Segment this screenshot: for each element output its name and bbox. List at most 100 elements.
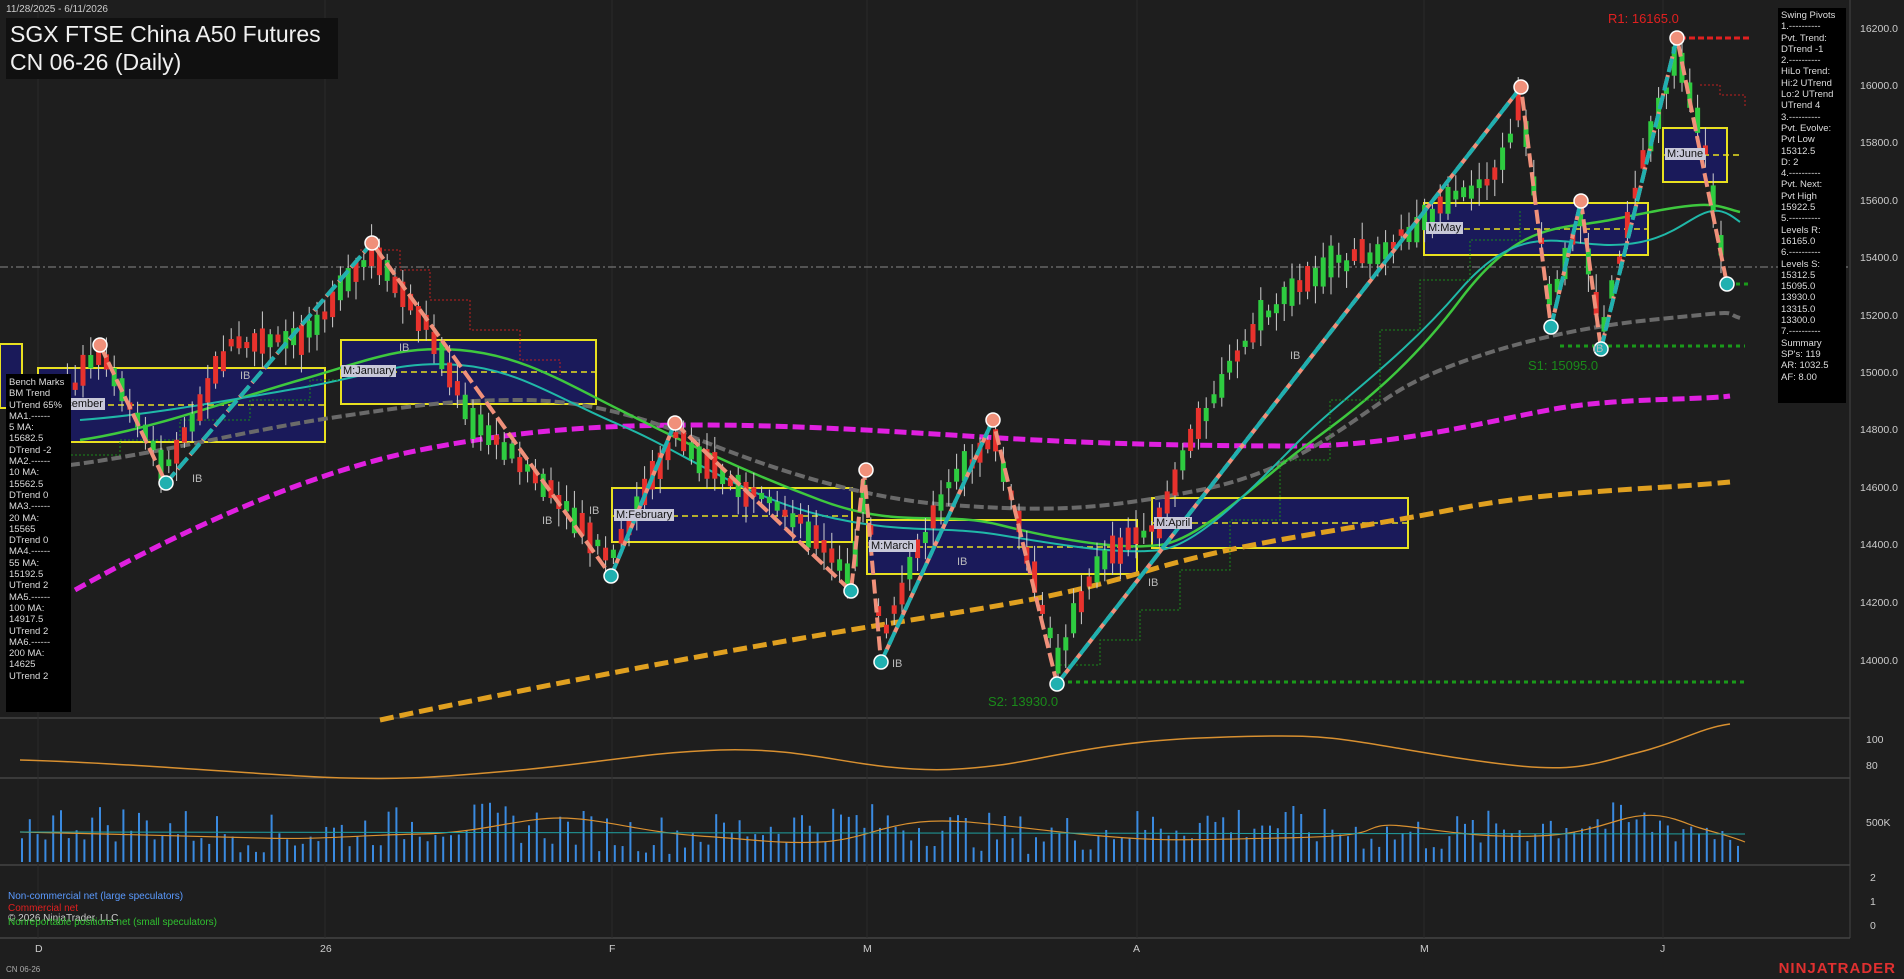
volume-bar	[972, 847, 975, 862]
candle-down	[891, 605, 897, 614]
candle-up	[1227, 360, 1233, 373]
swing-pivot-line: HiLo Trend:	[1781, 66, 1831, 78]
candle-up	[314, 314, 320, 335]
swing-pivot-line: Pvt High	[1781, 190, 1817, 202]
candle-down	[813, 525, 819, 549]
swing-pivot-line: Pvt. Evolve:	[1781, 122, 1832, 134]
candle-down	[829, 548, 835, 563]
candle-up	[306, 320, 312, 338]
volume-bar	[855, 815, 858, 862]
time-axis-label: J	[1660, 943, 1666, 955]
candle-up	[1203, 407, 1209, 422]
candle-up	[595, 539, 601, 547]
bench-mark-line: 55 MA:	[9, 557, 40, 569]
ib-marker: IB	[1593, 343, 1604, 355]
ib-marker: IB	[957, 556, 968, 568]
candle-down	[1515, 93, 1521, 121]
volume-bar	[1284, 812, 1287, 862]
volume-bar	[1378, 846, 1381, 862]
candle-up	[509, 443, 515, 459]
volume-bar	[216, 816, 218, 862]
candle-up	[1258, 300, 1264, 331]
volume-bar	[1144, 829, 1147, 862]
volume-bar	[122, 809, 125, 862]
candle-down	[673, 432, 679, 439]
volume-bar	[902, 830, 905, 862]
candle-up	[688, 442, 694, 460]
volume-bar	[652, 845, 655, 862]
volume-bar	[1292, 805, 1295, 862]
time-axis-label: D	[35, 943, 43, 955]
volume-bar	[231, 836, 234, 862]
candle-up	[946, 482, 952, 489]
bench-mark-line: MA5.------	[9, 591, 51, 603]
swing-pivot-line: Levels R:	[1781, 224, 1821, 236]
volume-bar	[707, 844, 710, 862]
volume-bar	[169, 823, 172, 862]
candle-up	[1476, 179, 1482, 189]
volume-bar	[1549, 820, 1552, 862]
volume-bar	[426, 841, 429, 862]
candle-down	[174, 439, 180, 464]
volume-bar	[793, 817, 796, 862]
candle-down	[883, 624, 889, 634]
candle-up	[1375, 244, 1381, 265]
volume-bar	[317, 841, 320, 862]
volume-bar	[1214, 821, 1217, 862]
candle-down	[275, 334, 281, 343]
volume-bar	[1503, 829, 1505, 862]
volume-bar	[28, 819, 31, 862]
bench-mark-line: 20 MA:	[9, 512, 40, 524]
volume-bar	[957, 815, 959, 862]
volume-bar	[769, 826, 772, 862]
volume-bar	[832, 808, 835, 862]
volume-bar	[1612, 802, 1615, 862]
volume-bar	[645, 852, 647, 862]
volume-bar	[520, 842, 523, 862]
volume-bar	[372, 845, 374, 862]
volume-bar	[1510, 833, 1513, 862]
volume-bar	[21, 838, 23, 862]
brand-logo: NINJATRADER	[1778, 960, 1896, 977]
candle-down	[1125, 527, 1131, 550]
volume-bar	[676, 830, 679, 862]
legend-nonreportable: Nonreportable positions net (small specu…	[8, 917, 217, 928]
swing-pivot-line: 4.----------	[1781, 168, 1821, 180]
ib-marker: IB	[399, 342, 410, 354]
swing-pivot-line: 5.----------	[1781, 213, 1821, 225]
candle-up	[1507, 133, 1513, 143]
candle-down	[1250, 324, 1256, 343]
volume-bar	[980, 850, 983, 862]
volume-bar	[1448, 836, 1451, 862]
candle-down	[798, 514, 804, 524]
volume-bar	[1659, 820, 1661, 862]
candle-up	[470, 407, 476, 439]
volume-bar	[387, 811, 390, 862]
s2-level-label: S2: 13930.0	[988, 694, 1059, 709]
chart-title-box: SGX FTSE China A50 Futures CN 06-26 (Dai…	[6, 18, 338, 79]
candle-up	[1281, 286, 1287, 305]
volume-bar	[1362, 848, 1365, 862]
volume-bar	[1674, 841, 1677, 862]
swing-pivot-line: Pvt. Next:	[1781, 179, 1823, 191]
volume-bar	[434, 835, 437, 862]
volume-bar	[418, 836, 421, 862]
candle-down	[447, 362, 453, 388]
candle-up	[1468, 185, 1474, 199]
volume-bar	[590, 816, 593, 862]
candle-down	[454, 381, 460, 396]
volume-bar	[1019, 816, 1022, 862]
volume-bar	[1347, 836, 1349, 862]
ib-marker: IB	[892, 658, 903, 670]
month-tag-april: M:April	[1154, 517, 1193, 529]
candle-up	[1102, 550, 1108, 570]
candle-up	[1289, 278, 1295, 306]
month-tag-may: M:May	[1426, 222, 1463, 234]
volume-bar	[348, 846, 351, 862]
price-chart-canvas[interactable]	[0, 0, 1904, 979]
volume-bar	[1479, 842, 1482, 862]
volume-bar	[145, 820, 148, 862]
candle-up	[1180, 450, 1186, 471]
ma-20-line	[79, 203, 1741, 548]
volume-bar	[1074, 840, 1076, 862]
